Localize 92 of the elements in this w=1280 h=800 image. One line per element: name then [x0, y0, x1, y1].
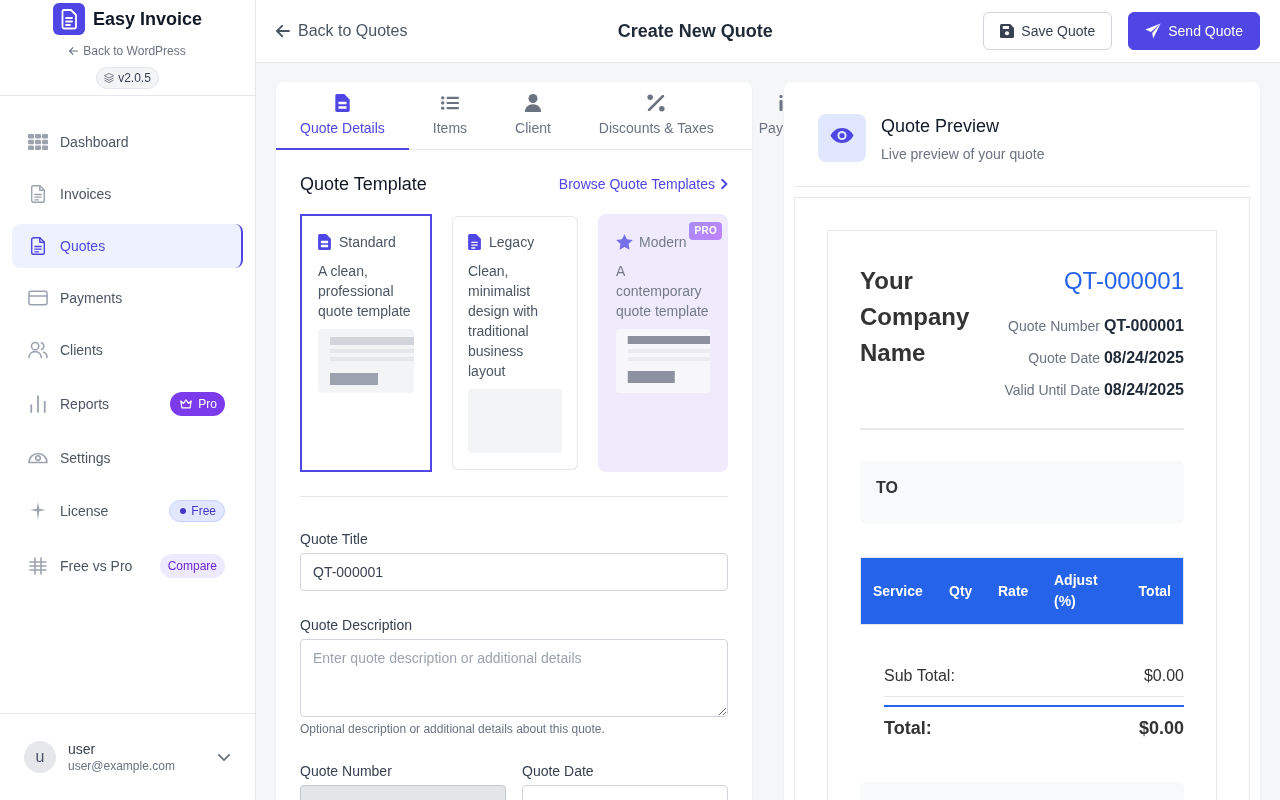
- tab[interactable]: Client: [491, 82, 575, 150]
- info-icon: [778, 95, 783, 111]
- column-header: Service: [872, 581, 924, 601]
- browse-templates-link[interactable]: Browse Quote Templates: [558, 176, 728, 192]
- total-value: $0.00: [1138, 717, 1184, 740]
- template-name: Standard: [339, 234, 396, 250]
- template-description: A clean, professional quote template: [318, 262, 412, 321]
- meta-value: QT-000001: [1103, 316, 1184, 336]
- meta-label: Quote Date: [1028, 349, 1100, 368]
- save-button[interactable]: Save Quote: [983, 12, 1113, 50]
- brand-name: Easy Invoice: [92, 8, 203, 30]
- list-icon: [440, 94, 459, 112]
- logo-icon: [52, 3, 85, 35]
- back-to-wordpress-link[interactable]: Back to WordPress: [69, 43, 186, 59]
- chevron-right-icon: [721, 178, 728, 190]
- user-icon: [523, 94, 542, 112]
- nav-item[interactable]: Settings: [12, 436, 243, 480]
- nav-item[interactable]: Free vs Pro Compare: [12, 542, 243, 590]
- nav-item[interactable]: License Free: [12, 488, 243, 534]
- nav-item[interactable]: Clients: [12, 328, 243, 372]
- subtotal-label: Sub Total:: [884, 666, 955, 686]
- template-name: Legacy: [489, 234, 535, 250]
- send-icon: [1145, 23, 1162, 39]
- document-icon: [468, 234, 481, 250]
- template-card[interactable]: Legacy Clean, minimalist design with traditional business layout: [450, 214, 580, 472]
- page-title: Create New Quote: [617, 20, 773, 42]
- user-avatar: u: [24, 741, 56, 773]
- arrow-left-icon: [69, 47, 79, 55]
- template-description: A contemporary quote template: [616, 262, 710, 321]
- document-icon: [28, 237, 48, 255]
- plan-label: Pro: [198, 396, 217, 413]
- tab[interactable]: Discounts & Taxes: [574, 82, 738, 150]
- tab[interactable]: Items: [408, 82, 492, 150]
- nav-item[interactable]: Reports Pro: [12, 380, 243, 428]
- tab[interactable]: Pay: [737, 82, 783, 150]
- user-email: user@example.com: [68, 758, 176, 774]
- section-title: Quote Template: [300, 174, 427, 194]
- arrow-left-icon: [276, 25, 290, 37]
- company-name: Your Company Name: [860, 266, 971, 368]
- help-text: Optional description or additional details about this quote.: [300, 721, 606, 737]
- quote-number: QT-000001: [1062, 266, 1184, 296]
- preview-subtitle: Live preview of your quote: [881, 145, 1045, 164]
- crown-icon: [180, 399, 193, 409]
- subtotal-value: $0.00: [1143, 666, 1184, 686]
- chevron-down-icon[interactable]: [218, 753, 230, 761]
- meta-label: Valid Until Date: [1004, 381, 1100, 400]
- document-icon: [318, 234, 331, 250]
- layers-icon: [104, 73, 115, 83]
- document-icon: [334, 94, 350, 112]
- back-to-quotes-link[interactable]: Back to Quotes: [276, 22, 408, 40]
- bar-chart-icon: [28, 395, 48, 413]
- meta-value: 08/24/2025: [1103, 380, 1184, 400]
- version-label: v2.0.5: [118, 71, 151, 85]
- users-icon: [28, 341, 48, 359]
- document-icon: [28, 185, 48, 203]
- dot-icon: [180, 508, 187, 514]
- credit-card-icon: [28, 289, 48, 307]
- field-label: Quote Number: [300, 762, 393, 781]
- total-label: Total:: [884, 717, 932, 740]
- preview-title: Quote Preview: [881, 115, 1001, 138]
- pro-badge: PRO: [689, 222, 722, 240]
- column-header: Qty: [948, 581, 974, 601]
- send-button[interactable]: Send Quote: [1128, 12, 1260, 50]
- column-header: Adjust (%): [1053, 571, 1099, 611]
- save-icon: [1000, 24, 1015, 38]
- nav-item[interactable]: Payments: [12, 276, 243, 320]
- percent-icon: [647, 94, 666, 112]
- compare-badge: Compare: [159, 554, 225, 578]
- nav-item[interactable]: Quotes: [12, 224, 243, 268]
- star-icon: [616, 234, 633, 250]
- to-label: TO: [876, 478, 899, 498]
- column-header: Rate: [997, 581, 1030, 601]
- eye-icon: [818, 114, 866, 162]
- nav-item[interactable]: Invoices: [12, 172, 243, 216]
- user-name: user: [68, 740, 97, 758]
- column-header: Total: [1137, 581, 1172, 601]
- nav-item[interactable]: Dashboard: [12, 120, 243, 164]
- grid-icon: [28, 133, 48, 151]
- field-label: Quote Title: [300, 530, 369, 549]
- field-label: Quote Date: [522, 762, 595, 781]
- meta-value: 08/24/2025: [1103, 348, 1184, 368]
- hash-icon: [28, 557, 48, 575]
- template-card[interactable]: PRO Modern A contemporary quote template: [598, 214, 728, 472]
- description-field[interactable]: Enter quote description or additional details: [300, 639, 728, 717]
- template-description: Clean, minimalist design with traditional business layout: [468, 262, 540, 381]
- meta-label: Quote Number: [1008, 317, 1100, 336]
- text-field[interactable]: QT-000001: [300, 553, 728, 591]
- template-name: Modern: [639, 234, 687, 250]
- tab[interactable]: Quote Details: [276, 82, 409, 150]
- plan-label: Free: [191, 503, 216, 520]
- field-label: Quote Description: [300, 616, 414, 635]
- template-card[interactable]: Standard A clean, professional quote template: [300, 214, 432, 472]
